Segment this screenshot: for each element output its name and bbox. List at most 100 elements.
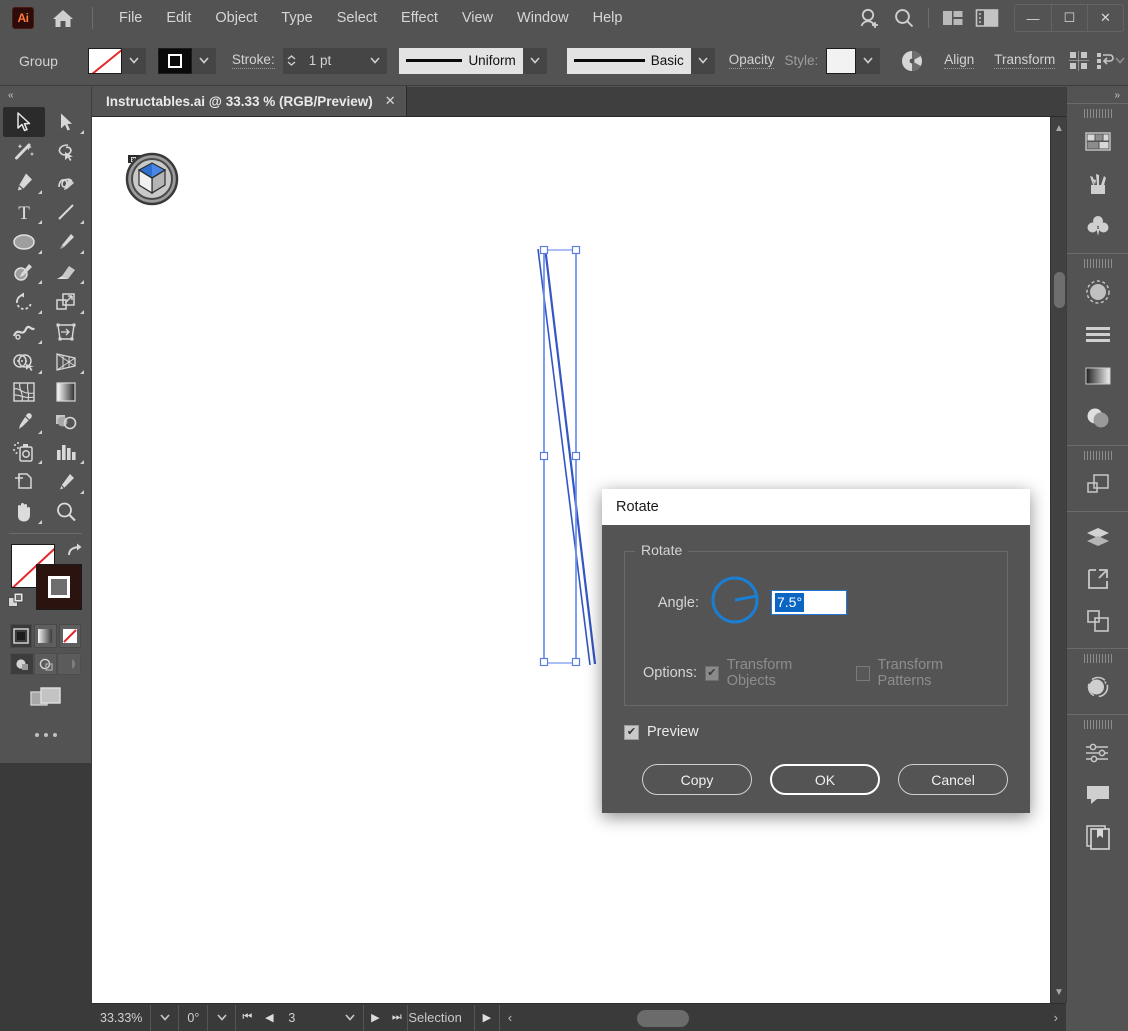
panel-libraries[interactable]: [1067, 816, 1128, 858]
draw-behind-button[interactable]: [33, 653, 58, 675]
close-tab-icon[interactable]: ✕: [385, 93, 396, 109]
type-tool[interactable]: T: [3, 197, 45, 227]
stroke-weight-stepper[interactable]: [282, 47, 301, 74]
last-artboard-icon[interactable]: ⏭: [386, 1004, 409, 1031]
dock-group-grip[interactable]: [1083, 451, 1112, 460]
dock-group-grip[interactable]: [1083, 720, 1112, 729]
perspective-grid-tool[interactable]: [45, 347, 87, 377]
shape-builder-tool[interactable]: [3, 347, 45, 377]
panel-transparency[interactable]: [1067, 397, 1128, 439]
panel-artboards[interactable]: [1067, 558, 1128, 600]
rotation-caret-icon[interactable]: [208, 1004, 237, 1031]
brush-definition-caret-icon[interactable]: [690, 47, 715, 74]
stroke-swatch-large[interactable]: [36, 564, 82, 610]
copy-button[interactable]: Copy: [642, 764, 752, 795]
next-artboard-icon[interactable]: ▶: [364, 1005, 386, 1031]
gradient-mode-button[interactable]: [34, 624, 57, 648]
artboard-number-field[interactable]: 3: [280, 1005, 336, 1031]
minimize-button[interactable]: —: [1015, 5, 1051, 31]
first-artboard-icon[interactable]: ⏮: [236, 1005, 258, 1031]
arrange-objects-icon[interactable]: [1095, 48, 1115, 74]
scale-tool[interactable]: [45, 287, 87, 317]
edit-toolbar-dots-icon[interactable]: [0, 733, 91, 737]
zoom-level-caret-icon[interactable]: [151, 1004, 180, 1031]
artboard-tool[interactable]: [3, 467, 45, 497]
paintbrush-tool[interactable]: [45, 227, 87, 257]
horizontal-scrollbar[interactable]: ‹ ›: [500, 1005, 1066, 1031]
menu-item-type[interactable]: Type: [269, 5, 324, 31]
scroll-right-icon[interactable]: ›: [1046, 1010, 1066, 1025]
panel-comments[interactable]: [1067, 774, 1128, 816]
graphic-style-swatch[interactable]: [826, 47, 857, 74]
shaper-tool[interactable]: [3, 257, 45, 287]
curvature-tool[interactable]: [45, 167, 87, 197]
stroke-dropdown-caret-icon[interactable]: [191, 47, 216, 74]
brush-definition-select[interactable]: Basic: [566, 47, 691, 74]
draw-inside-button[interactable]: [57, 653, 82, 675]
slice-tool[interactable]: [45, 467, 87, 497]
graphic-style-caret-icon[interactable]: [856, 47, 881, 74]
angle-input[interactable]: 7.5°: [771, 590, 847, 615]
maximize-button[interactable]: ☐: [1051, 5, 1087, 31]
scroll-left-icon[interactable]: ‹: [500, 1010, 520, 1025]
panel-properties[interactable]: [1067, 732, 1128, 774]
hand-tool[interactable]: [3, 497, 45, 527]
panel-pathfinder[interactable]: [1067, 666, 1128, 708]
default-fill-stroke-icon[interactable]: [8, 592, 26, 615]
rotate-dialog[interactable]: Rotate Rotate Angle: 7.5° Options: ✔ Tra…: [602, 489, 1030, 813]
home-icon[interactable]: [50, 7, 76, 29]
menu-item-file[interactable]: File: [107, 5, 154, 31]
selection-tool[interactable]: [3, 107, 45, 137]
arrange-caret-icon[interactable]: [1115, 48, 1125, 74]
angle-dial-icon[interactable]: [709, 574, 761, 631]
opacity-label[interactable]: Opacity: [728, 52, 775, 69]
play-icon[interactable]: ▶: [473, 1004, 500, 1031]
ellipse-tool[interactable]: [3, 227, 45, 257]
eraser-tool[interactable]: [45, 257, 87, 287]
width-profile-select[interactable]: Uniform: [398, 47, 523, 74]
scroll-up-icon[interactable]: ▲: [1051, 119, 1066, 137]
symbol-sprayer-tool[interactable]: [3, 437, 45, 467]
close-button[interactable]: ✕: [1087, 5, 1123, 31]
workspace-switcher-icon[interactable]: [936, 1, 970, 35]
fill-dropdown-caret-icon[interactable]: [121, 47, 146, 74]
menu-item-help[interactable]: Help: [581, 5, 635, 31]
scrollbar-thumb[interactable]: [1054, 272, 1065, 308]
stroke-swatch[interactable]: [157, 47, 192, 74]
mesh-tool[interactable]: [3, 377, 45, 407]
canvas-vertical-scrollbar[interactable]: ▲ ▼: [1050, 117, 1066, 1003]
column-graph-tool[interactable]: [45, 437, 87, 467]
blend-tool[interactable]: [45, 407, 87, 437]
stroke-weight-value[interactable]: 1 pt: [300, 47, 363, 74]
gradient-tool[interactable]: [45, 377, 87, 407]
free-transform-tool[interactable]: [45, 317, 87, 347]
prev-artboard-icon[interactable]: ◀: [258, 1005, 280, 1031]
width-tool[interactable]: [3, 317, 45, 347]
width-profile-caret-icon[interactable]: [522, 47, 547, 74]
menu-item-window[interactable]: Window: [505, 5, 581, 31]
stroke-weight-label[interactable]: Stroke:: [231, 52, 275, 69]
fill-swatch[interactable]: [87, 47, 122, 74]
line-segment-tool[interactable]: [45, 197, 87, 227]
panel-gradient[interactable]: [1067, 355, 1128, 397]
transform-label[interactable]: Transform: [994, 52, 1056, 69]
menu-item-object[interactable]: Object: [203, 5, 269, 31]
cancel-button[interactable]: Cancel: [898, 764, 1009, 795]
add-user-icon[interactable]: [853, 1, 887, 35]
menu-item-effect[interactable]: Effect: [389, 5, 450, 31]
rotation-field[interactable]: 0°: [179, 1004, 209, 1031]
menu-item-select[interactable]: Select: [325, 5, 389, 31]
eyedropper-tool[interactable]: [3, 407, 45, 437]
dock-group-grip[interactable]: [1083, 109, 1112, 118]
ok-button[interactable]: OK: [769, 764, 881, 795]
collapse-right-icon[interactable]: »: [1067, 87, 1128, 103]
panel-stroke-dashed[interactable]: [1067, 271, 1128, 313]
scroll-down-icon[interactable]: ▼: [1051, 983, 1066, 1001]
recolor-artwork-icon[interactable]: [900, 48, 924, 74]
preview-checkbox[interactable]: ✔: [624, 724, 639, 740]
panel-layers[interactable]: [1067, 516, 1128, 558]
color-mode-button[interactable]: [10, 624, 33, 648]
artboard-caret-icon[interactable]: [336, 1004, 365, 1031]
panel-color[interactable]: [1067, 121, 1128, 163]
magic-wand-tool[interactable]: [3, 137, 45, 167]
